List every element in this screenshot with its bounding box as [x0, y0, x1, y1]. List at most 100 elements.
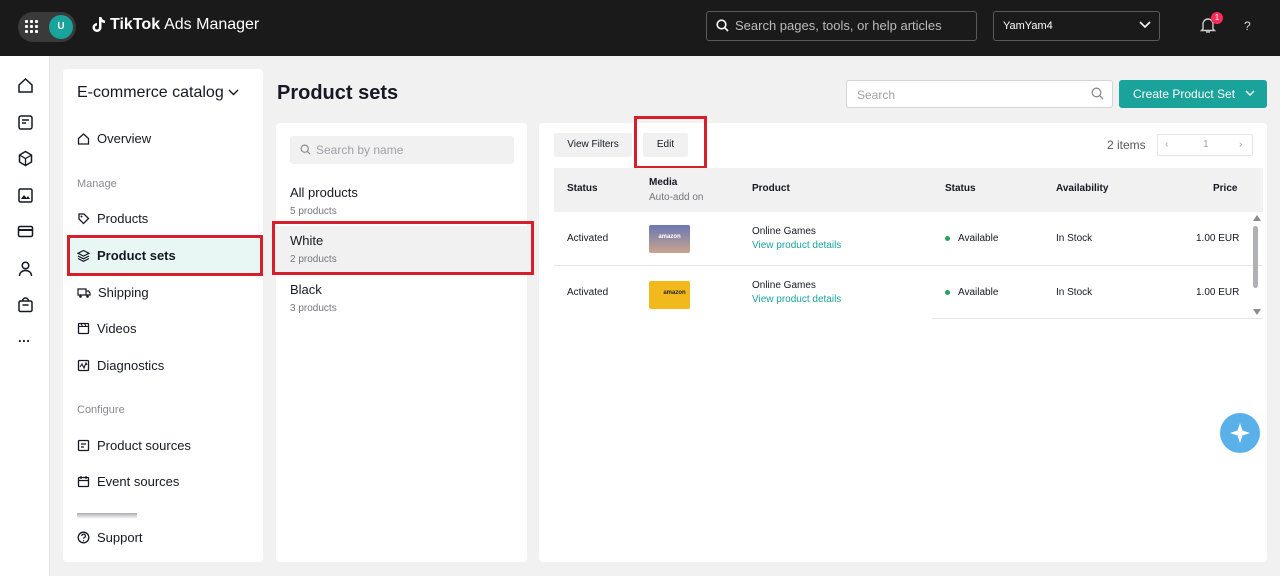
set-item-all-products[interactable]: All products 5 products: [290, 185, 358, 217]
global-search-input[interactable]: Search pages, tools, or help articles: [706, 11, 977, 41]
brand-sub: Ads Manager: [164, 16, 260, 33]
chevron-down-icon: [228, 89, 239, 96]
nav-item-event-sources[interactable]: Event sources: [77, 474, 179, 489]
nav-item-product-sources[interactable]: Product sources: [77, 438, 191, 453]
row-divider: [932, 318, 1263, 319]
nav-label-overview: Overview: [97, 131, 152, 146]
view-filters-button[interactable]: View Filters: [554, 133, 632, 157]
pagination: ‹ 1 ›: [1157, 134, 1253, 156]
nav-item-videos[interactable]: Videos: [77, 321, 137, 336]
set-search-input[interactable]: Search by name: [290, 136, 514, 164]
table-header: [554, 168, 1263, 212]
catalog-selector[interactable]: E-commerce catalog: [77, 84, 239, 102]
col-status: Status: [567, 183, 598, 194]
apps-grid-icon[interactable]: [25, 20, 38, 33]
truck-icon: [77, 288, 91, 298]
home-icon: [77, 133, 90, 145]
highlight-box-set: [272, 221, 534, 275]
nav-item-diagnostics[interactable]: Diagnostics: [77, 358, 164, 373]
col-status2: Status: [945, 183, 976, 194]
source-icon: [77, 439, 90, 452]
scroll-down-icon[interactable]: [1253, 309, 1261, 315]
set-search-placeholder: Search by name: [316, 143, 404, 157]
product-thumbnail[interactable]: amazon: [649, 225, 690, 253]
nav-label-support: Support: [97, 530, 143, 545]
row-price: 1.00 EUR: [1196, 287, 1240, 298]
page-number[interactable]: 1: [1203, 139, 1209, 150]
set-count: 5 products: [290, 206, 337, 217]
row-product-name: Online Games: [752, 280, 816, 291]
create-product-set-label: Create Product Set: [1133, 87, 1236, 101]
row-price: 1.00 EUR: [1196, 233, 1240, 244]
row-divider: [554, 265, 1263, 266]
catalog-cube-icon[interactable]: [17, 150, 34, 167]
nav-item-support[interactable]: Support: [77, 530, 143, 545]
set-name: Black: [290, 282, 322, 297]
nav-label-shipping: Shipping: [98, 285, 149, 300]
page-title: Product sets: [277, 82, 399, 104]
status-dot: [945, 235, 950, 241]
left-rail: ...: [0, 56, 50, 576]
campaign-icon[interactable]: [17, 114, 34, 131]
video-icon: [77, 322, 90, 335]
row-status: Activated: [567, 233, 609, 244]
tag-icon: [78, 213, 90, 225]
tiktok-logo-icon: [92, 17, 105, 32]
search-icon: [716, 19, 729, 32]
next-page-icon[interactable]: ›: [1239, 139, 1242, 150]
product-search-input[interactable]: Search: [846, 80, 1113, 108]
row-state: Available: [945, 287, 998, 298]
search-icon: [300, 144, 311, 155]
items-count: 2 items: [1107, 138, 1146, 152]
create-product-set-button[interactable]: Create Product Set: [1119, 80, 1267, 108]
app-switcher[interactable]: U: [18, 12, 76, 42]
chevron-down-icon: [1245, 90, 1255, 97]
set-count: 3 products: [290, 303, 337, 314]
calendar-icon: [77, 476, 90, 488]
nav-item-overview[interactable]: Overview: [77, 131, 151, 146]
help-circle-icon: [77, 531, 90, 544]
product-search-placeholder: Search: [857, 88, 896, 102]
status-dot: [945, 289, 950, 295]
payment-card-icon[interactable]: [17, 223, 34, 240]
assistant-button[interactable]: [1220, 413, 1260, 453]
nav-label-diagnostics: Diagnostics: [97, 358, 165, 373]
row-availability: In Stock: [1056, 233, 1093, 244]
product-thumbnail[interactable]: amazon: [649, 281, 690, 309]
sparkle-icon: [1230, 423, 1250, 443]
prev-page-icon[interactable]: ‹: [1165, 139, 1168, 150]
table-scrollbar[interactable]: [1253, 226, 1258, 288]
assets-icon[interactable]: [17, 187, 34, 204]
shop-bag-icon[interactable]: [17, 296, 34, 313]
brand-logo[interactable]: TikTok Ads Manager: [92, 16, 259, 34]
global-search-placeholder: Search pages, tools, or help articles: [735, 18, 942, 33]
brand-main: TikTok: [110, 16, 161, 33]
set-name: All products: [290, 185, 358, 200]
avatar[interactable]: U: [49, 15, 73, 39]
nav-label-event-sources: Event sources: [97, 474, 180, 489]
row-status: Activated: [567, 287, 609, 298]
row-state-label: Available: [958, 233, 999, 244]
col-media-sub: Auto-add on: [649, 192, 704, 203]
nav-item-products[interactable]: Products: [77, 211, 148, 226]
view-product-details-link[interactable]: View product details: [752, 294, 841, 305]
row-availability: In Stock: [1056, 287, 1093, 298]
nav-label-videos: Videos: [97, 321, 137, 336]
pulse-icon: [77, 359, 90, 372]
chevron-down-icon: [1139, 21, 1151, 29]
search-icon: [1091, 87, 1104, 100]
section-configure: Configure: [77, 404, 125, 416]
view-product-details-link[interactable]: View product details: [752, 240, 841, 251]
nav-item-shipping[interactable]: Shipping: [77, 285, 149, 300]
nav-label-products: Products: [97, 211, 149, 226]
scroll-up-icon[interactable]: [1253, 215, 1261, 221]
account-select[interactable]: YamYam4: [993, 11, 1160, 41]
user-icon[interactable]: [17, 260, 34, 277]
more-icon[interactable]: ...: [18, 330, 30, 345]
row-state: Available: [945, 233, 998, 244]
home-icon[interactable]: [17, 77, 34, 94]
set-item-black[interactable]: Black 3 products: [290, 282, 337, 314]
col-media: Media: [649, 177, 678, 188]
help-icon[interactable]: ?: [1244, 19, 1251, 33]
scrolled-nav-item: [77, 513, 137, 519]
